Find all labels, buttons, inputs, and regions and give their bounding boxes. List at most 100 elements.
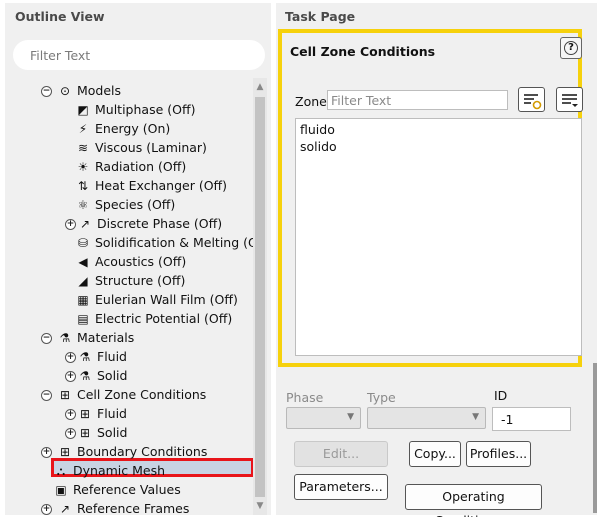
tree-item-label: Materials: [77, 330, 135, 345]
discrete-phase-off-icon: ↗: [79, 217, 91, 231]
tree-item-label: Structure (Off): [95, 273, 186, 288]
outline-filter-placeholder: Filter Text: [30, 48, 91, 63]
tree-item-viscous-laminar[interactable]: ≋ Viscous (Laminar): [5, 139, 253, 158]
tree-item-label: Discrete Phase (Off): [97, 216, 223, 231]
zone-filter-input[interactable]: Filter Text: [327, 90, 508, 110]
tree-item-reference-values[interactable]: ▣ Reference Values: [5, 481, 253, 500]
tree-item-label: Dynamic Mesh: [73, 463, 166, 478]
tree-item-fluid[interactable]: + ⚗ Fluid: [5, 348, 253, 367]
solid-icon: ⚗: [79, 369, 91, 383]
multiphase-off-icon: ◩: [77, 103, 89, 117]
tree-item-label: Reference Values: [73, 482, 181, 497]
tree-item-solidification-melting-off[interactable]: ⛁ Solidification & Melting (Off): [5, 234, 253, 253]
tree-item-solid[interactable]: + ⊞ Solid: [5, 424, 253, 443]
tree-item-eulerian-wall-film-off[interactable]: ▦ Eulerian Wall Film (Off): [5, 291, 253, 310]
zone-item-solido[interactable]: solido: [300, 139, 337, 154]
tree-item-boundary-conditions[interactable]: + ⊞ Boundary Conditions: [5, 443, 253, 462]
id-field[interactable]: -1: [492, 407, 571, 431]
task-page-title: Task Page: [285, 9, 356, 24]
tree-item-multiphase-off[interactable]: ◩ Multiphase (Off): [5, 101, 253, 120]
tree-item-label: Viscous (Laminar): [95, 140, 207, 155]
outline-tree: − ⊙ Models ◩ Multiphase (Off) ⚡ Energy (On) ≋ Vi…: [5, 78, 253, 515]
scroll-down-arrow-icon[interactable]: ▼: [255, 501, 265, 511]
tree-item-label: Boundary Conditions: [77, 444, 208, 459]
tree-item-label: Eulerian Wall Film (Off): [95, 292, 238, 307]
tree-item-label: Multiphase (Off): [95, 102, 196, 117]
filter-options-button[interactable]: [518, 87, 545, 112]
collapse-icon[interactable]: −: [41, 86, 52, 97]
fluid-icon: ⊞: [79, 407, 91, 421]
tree-item-solid[interactable]: + ⚗ Solid: [5, 367, 253, 386]
chevron-down-icon: ▼: [472, 412, 479, 422]
outline-vertical-scrollbar[interactable]: ▲ ▼: [253, 78, 267, 515]
energy-on-icon: ⚡: [78, 122, 88, 136]
task-page-scrollbar[interactable]: [593, 363, 597, 513]
outline-filter-input[interactable]: Filter Text: [13, 40, 265, 70]
zone-list[interactable]: fluido solido: [295, 118, 582, 356]
materials-icon: ⚗: [59, 331, 71, 345]
help-icon: ?: [564, 41, 578, 55]
tree-item-label: Cell Zone Conditions: [77, 387, 207, 402]
list-options-icon: [562, 94, 578, 107]
tree-item-reference-frames[interactable]: + ↗ Reference Frames: [5, 500, 253, 515]
list-options-button[interactable]: [556, 87, 583, 112]
expand-icon[interactable]: +: [41, 447, 52, 458]
tree-item-species-off[interactable]: ⚛ Species (Off): [5, 196, 253, 215]
tree-item-label: Solid: [97, 368, 128, 383]
structure-off-icon: ◢: [78, 274, 88, 288]
acoustics-off-icon: ◀: [78, 255, 88, 269]
tree-item-label: Solidification & Melting (Off): [95, 235, 253, 250]
phase-dropdown[interactable]: ▼: [286, 407, 361, 429]
tree-item-energy-on[interactable]: ⚡ Energy (On): [5, 120, 253, 139]
tree-item-label: Solid: [97, 425, 128, 440]
id-label: ID: [494, 388, 508, 403]
expand-icon[interactable]: +: [41, 504, 52, 515]
help-button[interactable]: ?: [560, 37, 582, 59]
viscous-laminar-icon: ≋: [77, 141, 89, 155]
parameters-button[interactable]: Parameters...: [294, 474, 388, 500]
tree-item-electric-potential-off[interactable]: ▤ Electric Potential (Off): [5, 310, 253, 329]
type-label: Type: [367, 390, 396, 405]
tree-item-acoustics-off[interactable]: ◀ Acoustics (Off): [5, 253, 253, 272]
chevron-down-icon: ▼: [347, 412, 354, 422]
tree-item-structure-off[interactable]: ◢ Structure (Off): [5, 272, 253, 291]
tree-item-label: Acoustics (Off): [95, 254, 187, 269]
solidification-melting-off-icon: ⛁: [77, 236, 89, 250]
cell-zone-conditions-icon: ⊞: [59, 388, 71, 402]
dynamic-mesh-icon: ⛬: [56, 463, 66, 478]
tree-item-radiation-off[interactable]: ☀ Radiation (Off): [5, 158, 253, 177]
models-icon: ⊙: [59, 84, 71, 98]
expand-icon[interactable]: +: [65, 371, 76, 382]
tree-item-heat-exchanger-off[interactable]: ⇅ Heat Exchanger (Off): [5, 177, 253, 196]
solid-icon: ⊞: [79, 426, 91, 440]
expand-icon[interactable]: +: [65, 409, 76, 420]
tree-item-label: Models: [77, 83, 122, 98]
tree-item-cell-zone-conditions[interactable]: − ⊞ Cell Zone Conditions: [5, 386, 253, 405]
expand-icon[interactable]: +: [65, 352, 76, 363]
heat-exchanger-off-icon: ⇅: [77, 179, 89, 193]
type-dropdown[interactable]: ▼: [367, 407, 486, 429]
tree-item-discrete-phase-off[interactable]: + ↗ Discrete Phase (Off): [5, 215, 253, 234]
tree-item-models[interactable]: − ⊙ Models: [5, 82, 253, 101]
operating-conditions-button[interactable]: Operating Conditions...: [405, 484, 542, 517]
tree-item-label: Species (Off): [95, 197, 176, 212]
edit-button[interactable]: Edit...: [294, 441, 388, 467]
copy-button[interactable]: Copy...: [409, 441, 461, 467]
boundary-conditions-icon: ⊞: [59, 445, 71, 459]
tree-item-materials[interactable]: − ⚗ Materials: [5, 329, 253, 348]
profiles-button[interactable]: Profiles...: [466, 441, 531, 467]
collapse-icon[interactable]: −: [41, 333, 52, 344]
scrollbar-thumb[interactable]: [255, 97, 265, 497]
collapse-icon[interactable]: −: [41, 390, 52, 401]
scroll-up-arrow-icon[interactable]: ▲: [255, 82, 265, 92]
id-value: -1: [501, 412, 514, 427]
tree-item-dynamic-mesh[interactable]: ⛬ Dynamic Mesh: [5, 462, 253, 481]
expand-icon[interactable]: +: [65, 219, 76, 230]
eulerian-wall-film-off-icon: ▦: [77, 293, 89, 307]
zone-item-fluido[interactable]: fluido: [300, 122, 335, 137]
tree-item-label: Fluid: [97, 406, 127, 421]
expand-icon[interactable]: +: [65, 428, 76, 439]
phase-label: Phase: [286, 390, 324, 405]
tree-item-label: Reference Frames: [77, 501, 190, 515]
tree-item-fluid[interactable]: + ⊞ Fluid: [5, 405, 253, 424]
